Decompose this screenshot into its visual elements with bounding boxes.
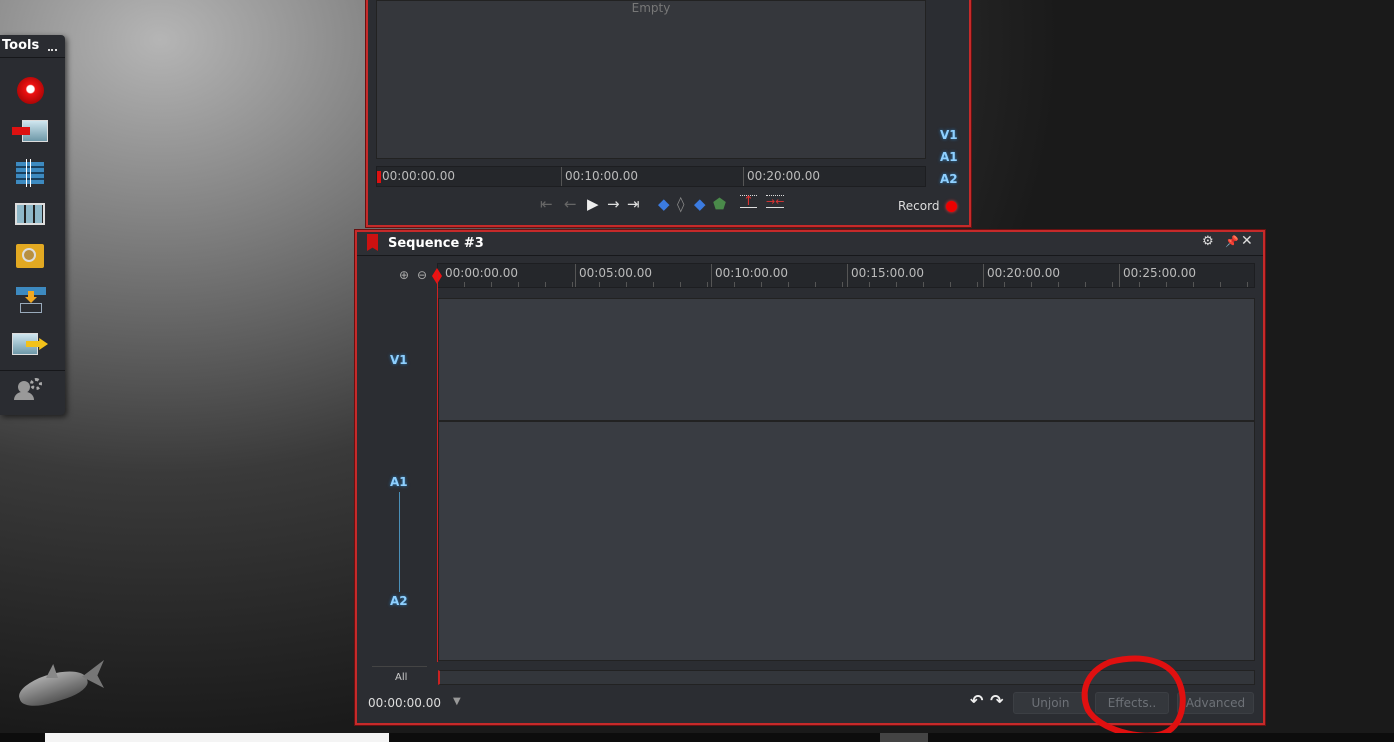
taskbar — [0, 733, 1394, 742]
annotation-circle — [1081, 655, 1186, 739]
ruler-label: 00:15:00.00 — [847, 264, 924, 287]
viewer-panel: Empty 00:00:00.00 00:10:00.00 00:20:00.0… — [366, 0, 971, 227]
taskbar-search-box[interactable] — [45, 733, 389, 742]
gallery-tool-icon[interactable] — [12, 200, 48, 230]
all-tracks-button[interactable]: All — [395, 672, 407, 683]
viewer-ruler[interactable]: 00:00:00.00 00:10:00.00 00:20:00.00 — [376, 166, 926, 187]
record-label: Record — [898, 199, 940, 213]
record-tool-icon[interactable] — [12, 76, 48, 106]
track-label-a2[interactable]: A2 — [940, 172, 958, 186]
track-v1[interactable] — [438, 298, 1255, 421]
track-label-v1[interactable]: V1 — [940, 128, 958, 142]
timecode-dropdown-icon[interactable]: ▼ — [453, 696, 461, 707]
clear-marks-icon[interactable]: ◊ — [677, 195, 684, 213]
ruler-label: 00:20:00.00 — [743, 167, 820, 186]
record-indicator-icon[interactable] — [946, 201, 957, 212]
import-tool-icon[interactable] — [12, 118, 48, 148]
undo-icon[interactable]: ↶ — [970, 691, 983, 710]
search-tool-icon[interactable] — [12, 241, 48, 271]
ruler-label: 00:00:00.00 — [382, 169, 455, 183]
close-icon[interactable]: ✕ — [1241, 233, 1253, 249]
playhead-line — [437, 272, 438, 662]
lift-icon[interactable]: ↑ — [740, 195, 757, 208]
mark-in-icon[interactable]: ◆ — [658, 195, 670, 213]
settings-gear-icon[interactable]: ⚙ — [1202, 234, 1214, 249]
sequence-ruler[interactable]: 00:00:00.00 00:05:00.00 00:10:00.00 00:1… — [437, 263, 1255, 288]
redo-icon[interactable]: ↷ — [990, 691, 1003, 710]
track-a1-a2[interactable] — [438, 421, 1255, 661]
ruler-label: 00:25:00.00 — [1119, 264, 1196, 287]
ruler-label: 00:20:00.00 — [983, 264, 1060, 287]
ruler-label: 00:10:00.00 — [711, 264, 788, 287]
pin-icon[interactable] — [48, 41, 57, 51]
track-label-a2[interactable]: A2 — [390, 594, 408, 608]
sequence-tool-icon[interactable] — [12, 159, 48, 189]
track-label-a1[interactable]: A1 — [390, 475, 408, 489]
cue-icon[interactable]: ⬟ — [713, 195, 726, 213]
ruler-label: 00:00:00.00 — [445, 266, 518, 280]
empty-label: Empty — [631, 1, 671, 15]
sequence-title-bar[interactable]: Sequence #3 ⚙ 📌 ✕ — [357, 232, 1263, 256]
zoom-in-icon[interactable]: ⊕ — [399, 268, 409, 282]
export-tool-icon[interactable] — [12, 331, 48, 361]
bookmark-icon — [367, 234, 378, 251]
step-forward-icon[interactable]: → — [607, 195, 620, 213]
go-to-start-icon[interactable]: ⇤ — [540, 195, 553, 213]
timecode-display[interactable]: 00:00:00.00 — [368, 696, 441, 710]
sequence-title: Sequence #3 — [388, 236, 484, 251]
step-back-icon[interactable]: ← — [564, 195, 577, 213]
ruler-label: 00:05:00.00 — [575, 264, 652, 287]
viewer-display: Empty — [376, 0, 926, 159]
go-to-end-icon[interactable]: ⇥ — [627, 195, 640, 213]
export-to-timeline-icon[interactable] — [12, 285, 48, 315]
divider — [0, 370, 65, 371]
play-icon[interactable]: ▶ — [587, 195, 599, 213]
shark-desktop-icon[interactable] — [15, 660, 104, 713]
users-settings-icon[interactable] — [12, 375, 48, 405]
audio-link-line — [399, 492, 400, 592]
ruler-label: 00:10:00.00 — [561, 167, 638, 186]
extract-icon[interactable]: →← — [766, 195, 785, 208]
zoom-out-icon[interactable]: ⊖ — [417, 268, 427, 282]
pin-icon[interactable]: 📌 — [1225, 235, 1239, 248]
mark-out-icon[interactable]: ◆ — [694, 195, 706, 213]
track-label-v1[interactable]: V1 — [390, 353, 408, 367]
tools-panel: Tools — [0, 35, 65, 415]
track-label-a1[interactable]: A1 — [940, 150, 958, 164]
taskbar-active-app[interactable] — [880, 733, 928, 742]
